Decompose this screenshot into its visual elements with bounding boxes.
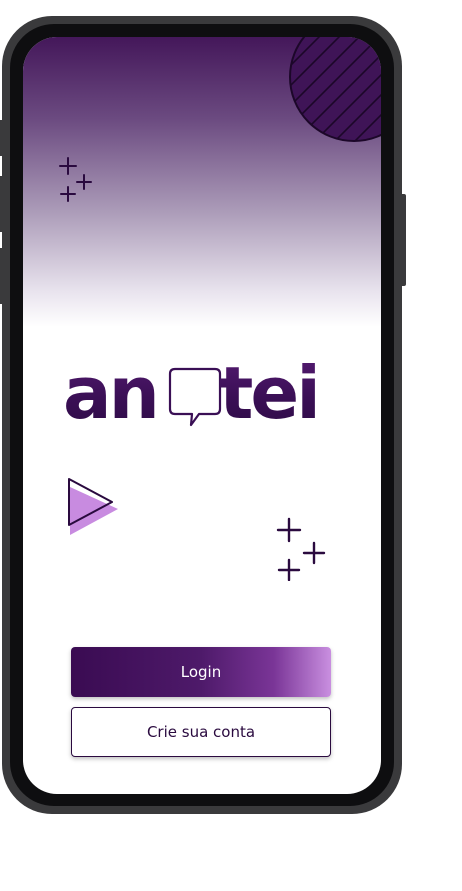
phone-power-button: [400, 194, 406, 286]
sparkles-icon: [59, 157, 92, 202]
speech-bubble-icon: [168, 367, 222, 427]
sparkles-icon: [276, 517, 326, 581]
phone-volume-up-button: [0, 176, 4, 232]
logo-text-right: tei: [219, 343, 321, 443]
login-button[interactable]: Login: [71, 647, 331, 697]
app-logo: an tei: [59, 343, 341, 443]
hatched-circle-icon: [289, 37, 381, 142]
create-account-button[interactable]: Crie sua conta: [71, 707, 331, 757]
phone-mute-switch: [0, 120, 4, 156]
logo-text-left: an: [63, 343, 160, 443]
phone-volume-down-button: [0, 248, 4, 304]
play-triangle-icon: [68, 478, 118, 535]
app-screen: an tei Login Crie sua conta: [23, 37, 381, 794]
